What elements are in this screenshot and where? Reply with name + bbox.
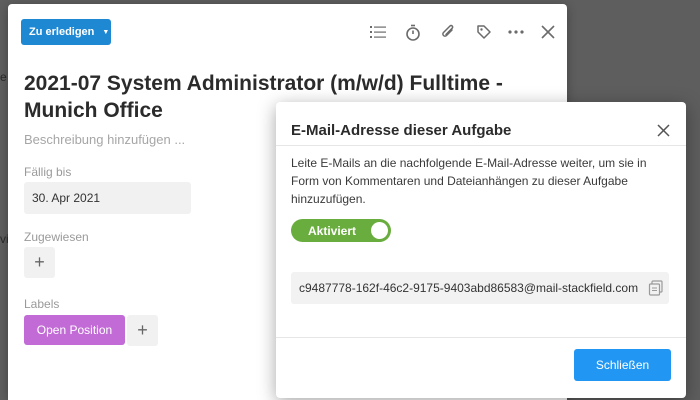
status-dropdown-button[interactable]: Zu erledigen ▼ [21, 19, 111, 45]
dialog-close-icon[interactable] [654, 121, 672, 139]
label-chip-open-position[interactable]: Open Position [24, 315, 125, 345]
copy-icon[interactable] [648, 280, 664, 296]
background-text-fragment: e [0, 70, 7, 84]
dialog-description: Leite E-Mails an die nachfolgende E-Mail… [291, 156, 647, 206]
divider [276, 337, 686, 338]
divider [276, 145, 686, 146]
assigned-label: Zugewiesen [24, 230, 89, 244]
toggle-knob [371, 222, 388, 239]
add-label-button[interactable]: + [127, 315, 158, 346]
email-address-value: c9487778-162f-46c2-9175-9403abd86583@mai… [299, 281, 639, 295]
email-address-field[interactable]: c9487778-162f-46c2-9175-9403abd86583@mai… [291, 272, 669, 304]
paperclip-icon[interactable] [438, 22, 458, 42]
due-date-label: Fällig bis [24, 165, 72, 179]
tag-icon[interactable] [474, 22, 494, 42]
dialog-title: E-Mail-Adresse dieser Aufgabe [291, 122, 512, 139]
more-icon[interactable] [506, 22, 526, 42]
description-input[interactable]: Beschreibung hinzufügen ... [24, 132, 185, 147]
labels-label: Labels [24, 297, 60, 311]
email-toggle-switch[interactable]: Aktiviert [291, 219, 391, 242]
toggle-label: Aktiviert [308, 223, 357, 238]
due-date-field[interactable]: 30. Apr 2021 [24, 182, 191, 214]
status-label: Zu erledigen [29, 26, 95, 38]
close-icon[interactable] [538, 22, 558, 42]
chevron-down-icon: ▼ [102, 28, 110, 36]
add-assignee-button[interactable]: + [24, 247, 55, 278]
list-icon[interactable] [368, 22, 388, 42]
stopwatch-icon[interactable] [403, 22, 423, 42]
close-dialog-button[interactable]: Schließen [574, 349, 671, 381]
email-address-dialog: E-Mail-Adresse dieser Aufgabe Leite E-Ma… [276, 102, 686, 398]
